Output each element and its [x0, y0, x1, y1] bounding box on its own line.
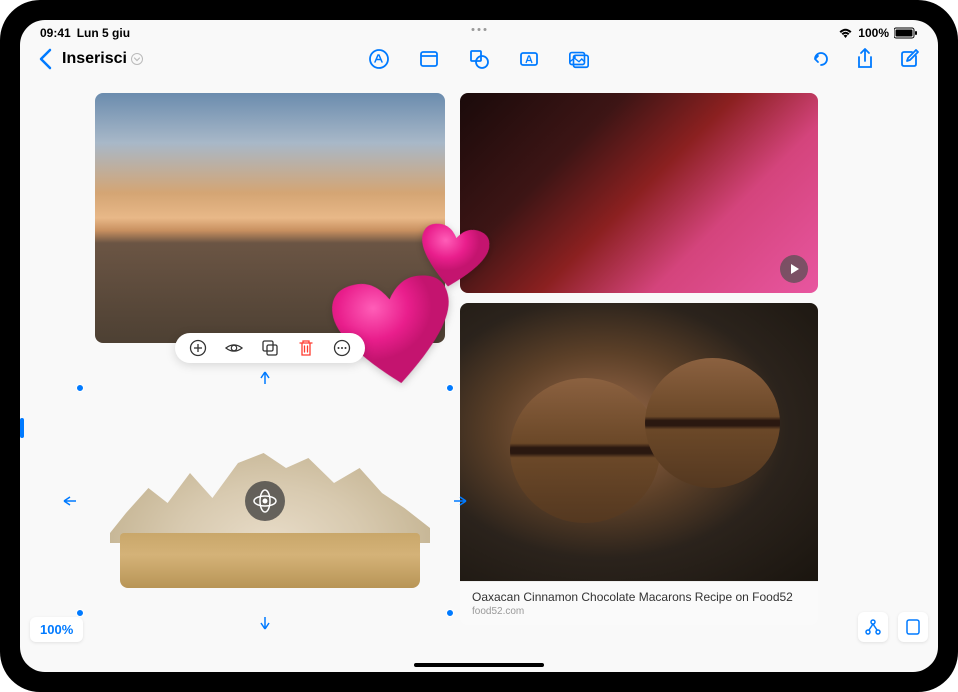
status-date: Lun 5 giu — [77, 26, 130, 40]
object-context-menu — [175, 333, 365, 363]
shapes-tool-icon[interactable] — [468, 48, 490, 70]
zoom-level[interactable]: 100% — [30, 617, 83, 642]
document-title-dropdown[interactable]: Inserisci — [62, 50, 143, 68]
rotate-3d-icon[interactable] — [245, 481, 285, 521]
more-icon[interactable] — [333, 339, 351, 357]
photo-macarons[interactable] — [460, 303, 818, 581]
object-3d-cake[interactable] — [80, 388, 450, 613]
photo-tool-icon[interactable] — [568, 48, 590, 70]
play-icon[interactable] — [780, 255, 808, 283]
selection-arrow-right[interactable] — [454, 495, 468, 507]
ipad-frame: 09:41 Lun 5 giu 100% Inserisci — [0, 0, 958, 692]
add-icon[interactable] — [189, 339, 207, 357]
link-preview-caption[interactable]: Oaxacan Cinnamon Chocolate Macarons Reci… — [460, 581, 818, 625]
document-title: Inserisci — [62, 50, 127, 68]
trash-icon[interactable] — [297, 339, 315, 357]
edge-indicator — [20, 418, 24, 438]
undo-icon[interactable] — [810, 48, 832, 70]
back-button[interactable] — [38, 48, 52, 70]
status-time: 09:41 — [40, 26, 71, 40]
selection-arrow-left[interactable] — [62, 495, 76, 507]
eye-icon[interactable] — [225, 339, 243, 357]
video-party[interactable] — [460, 93, 818, 293]
compose-icon[interactable] — [898, 48, 920, 70]
link-source: food52.com — [472, 606, 806, 617]
toolbar: Inserisci — [20, 40, 938, 78]
canvas[interactable]: Oaxacan Cinnamon Chocolate Macarons Reci… — [20, 78, 938, 650]
copy-icon[interactable] — [261, 339, 279, 357]
battery-percent: 100% — [858, 26, 889, 40]
selection-arrow-up[interactable] — [259, 370, 271, 384]
selection-handle[interactable] — [446, 609, 454, 617]
multitask-dots[interactable] — [472, 28, 487, 31]
home-indicator[interactable] — [414, 663, 544, 667]
selection-handle[interactable] — [76, 384, 84, 392]
page-icon[interactable] — [898, 612, 928, 642]
battery-icon — [894, 27, 918, 39]
chevron-down-icon — [131, 53, 143, 65]
navigator-icon[interactable] — [858, 612, 888, 642]
wifi-icon — [838, 27, 853, 39]
link-title: Oaxacan Cinnamon Chocolate Macarons Reci… — [472, 590, 806, 604]
selection-arrow-down[interactable] — [259, 617, 271, 631]
note-tool-icon[interactable] — [418, 48, 440, 70]
markup-tool-icon[interactable] — [368, 48, 390, 70]
screen: 09:41 Lun 5 giu 100% Inserisci — [20, 20, 938, 672]
textbox-tool-icon[interactable] — [518, 48, 540, 70]
selection-handle[interactable] — [76, 609, 84, 617]
share-icon[interactable] — [854, 48, 876, 70]
